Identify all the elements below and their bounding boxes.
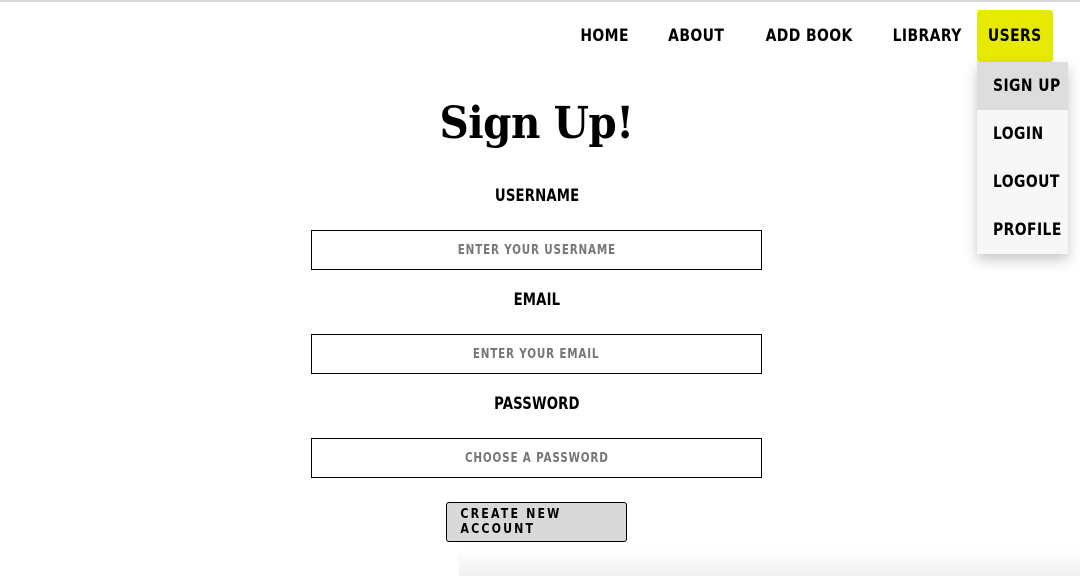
password-label: PASSWORD	[312, 394, 762, 414]
menu-item-logout[interactable]: LOGOUT	[977, 158, 1068, 206]
top-border	[0, 0, 1080, 2]
menu-item-label: LOGOUT	[993, 172, 1060, 192]
nav-home-link[interactable]: HOME	[573, 10, 635, 62]
nav-library-link[interactable]: LIBRARY	[886, 10, 968, 62]
bottom-shade	[459, 548, 1080, 576]
email-label-text: EMAIL	[513, 290, 561, 310]
username-label-text: USERNAME	[494, 186, 580, 206]
username-placeholder: ENTER YOUR USERNAME	[457, 242, 616, 258]
password-placeholder: CHOOSE A PASSWORD	[464, 450, 609, 466]
username-label: USERNAME	[312, 186, 762, 206]
create-account-label: CREATE NEW ACCOUNT	[460, 507, 562, 537]
users-dropdown-menu: SIGN UP LOGIN LOGOUT PROFILE	[977, 62, 1068, 254]
menu-item-profile[interactable]: PROFILE	[977, 206, 1068, 254]
email-input[interactable]: ENTER YOUR EMAIL	[311, 334, 762, 374]
main-nav: HOME ABOUT ADD BOOK LIBRARY USERS	[567, 10, 1053, 62]
email-placeholder: ENTER YOUR EMAIL	[473, 346, 600, 362]
password-input[interactable]: CHOOSE A PASSWORD	[311, 438, 762, 478]
page-title: Sign Up!	[0, 98, 1074, 149]
nav-add-book-link[interactable]: ADD BOOK	[759, 10, 859, 62]
nav-users-menu[interactable]: USERS	[977, 10, 1053, 62]
nav-users-label: USERS	[988, 26, 1042, 46]
menu-item-label: PROFILE	[993, 220, 1062, 240]
page-title-text: Sign Up!	[439, 98, 635, 149]
email-label: EMAIL	[312, 290, 762, 310]
password-label-text: PASSWORD	[494, 394, 580, 414]
nav-about-link[interactable]: ABOUT	[661, 10, 730, 62]
create-account-button[interactable]: CREATE NEW ACCOUNT	[446, 502, 627, 542]
username-input[interactable]: ENTER YOUR USERNAME	[311, 230, 762, 270]
